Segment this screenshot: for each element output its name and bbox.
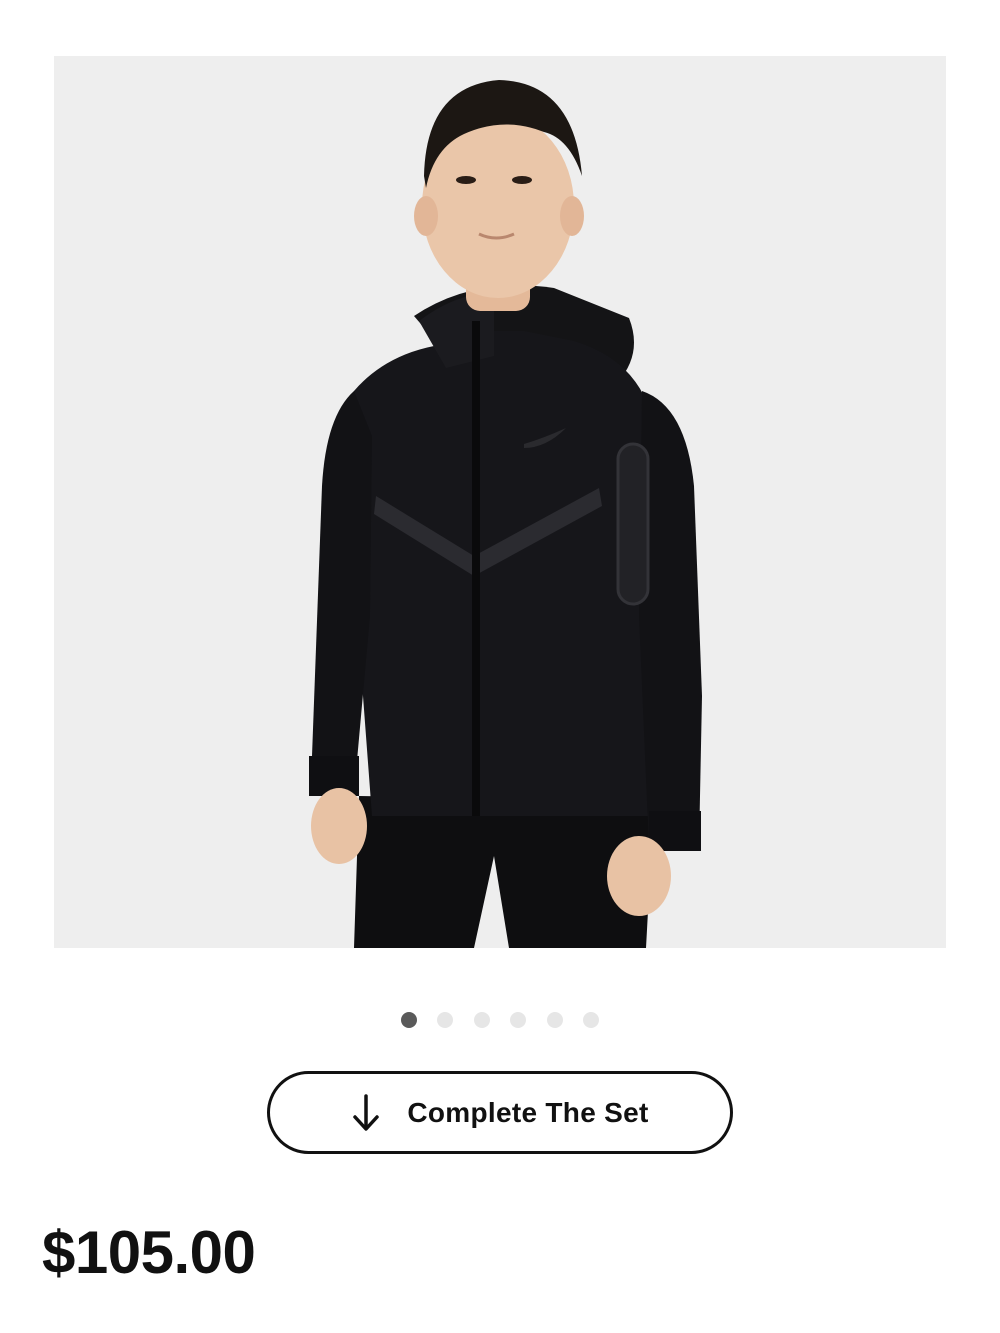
- product-photo-illustration: [54, 56, 946, 948]
- carousel-dot-1[interactable]: [400, 1012, 417, 1028]
- carousel-dot-5[interactable]: [546, 1012, 563, 1028]
- carousel-dot-3[interactable]: [473, 1012, 490, 1028]
- carousel-dot-4[interactable]: [510, 1012, 527, 1028]
- carousel-dot-2[interactable]: [437, 1012, 454, 1028]
- carousel-dot-6[interactable]: [583, 1012, 600, 1028]
- product-image[interactable]: [54, 56, 946, 948]
- image-carousel-indicators: [0, 1012, 1000, 1030]
- product-price: $105.00: [42, 1219, 256, 1286]
- complete-the-set-button[interactable]: Complete The Set: [267, 1071, 733, 1154]
- complete-the-set-label: Complete The Set: [407, 1096, 649, 1128]
- product-page: Complete The Set $105.00: [0, 0, 1000, 1333]
- arrow-down-icon: [351, 1093, 381, 1133]
